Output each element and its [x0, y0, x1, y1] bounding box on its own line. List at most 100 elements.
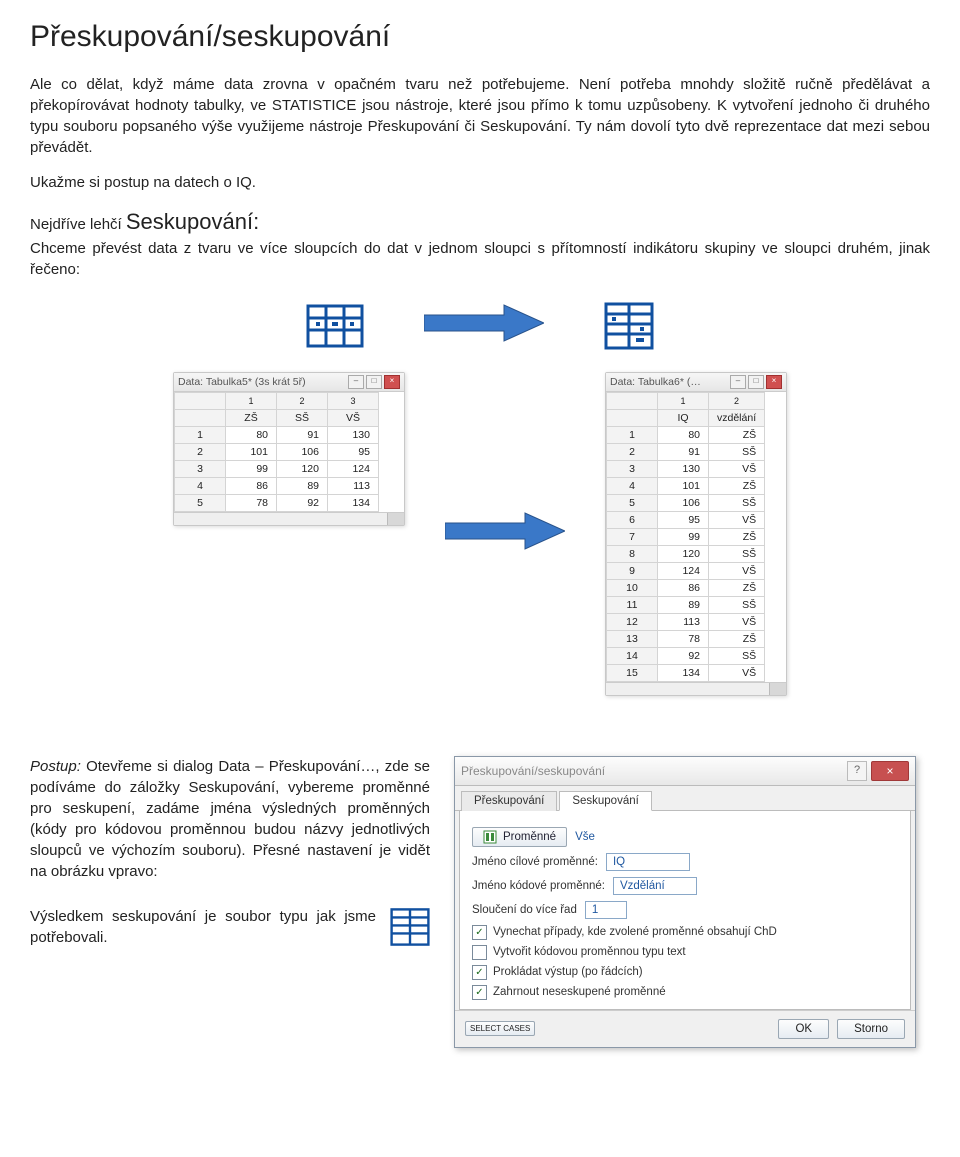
cell: VŠ [709, 562, 765, 579]
cell: 130 [658, 460, 709, 477]
table-row: 15134VŠ [607, 664, 765, 681]
row-number: 12 [607, 613, 658, 630]
scrollbar[interactable] [174, 512, 404, 525]
checkbox-prokladat[interactable]: ✓ [472, 965, 487, 980]
table-a-title: Data: Tabulka5* (3s krát 5ř) [178, 376, 306, 388]
cell: 86 [226, 477, 277, 494]
input-kodove[interactable]: Vzdělání [613, 877, 697, 895]
checkbox-vynechat[interactable]: ✓ [472, 925, 487, 940]
grid-tall-icon [390, 907, 430, 947]
checkbox-vytvorit[interactable] [472, 945, 487, 960]
table-row: 291SŠ [607, 443, 765, 460]
cell: 91 [277, 426, 328, 443]
cell: 124 [328, 460, 379, 477]
seskup-prefix: Nejdříve lehčí [30, 216, 126, 233]
cell: 120 [277, 460, 328, 477]
cell: 113 [328, 477, 379, 494]
minimize-icon[interactable]: – [730, 375, 746, 389]
cell: 124 [658, 562, 709, 579]
table-row: 5106SŠ [607, 494, 765, 511]
table-a: 123ZŠSŠVŠ1809113021011069539912012448689… [174, 392, 379, 512]
promenne-label: Proměnné [503, 831, 556, 843]
checkbox-zahrnout[interactable]: ✓ [472, 985, 487, 1000]
cell: 106 [277, 443, 328, 460]
lbl-slouceni: Sloučení do více řad [472, 904, 577, 916]
col-number: 3 [328, 392, 379, 409]
row-number: 1 [175, 426, 226, 443]
cell: ZŠ [709, 528, 765, 545]
storno-button[interactable]: Storno [837, 1019, 905, 1039]
cell: SŠ [709, 494, 765, 511]
table-b: 12IQvzdělání180ZŠ291SŠ3130VŠ4101ZŠ5106SŠ… [606, 392, 765, 682]
cell: 78 [226, 494, 277, 511]
arrow-icon [445, 511, 565, 556]
col-header: SŠ [277, 409, 328, 426]
dialog-preskupovani: Přeskupování/seskupování ? × Přeskupován… [454, 756, 916, 1048]
seskup-intro: Nejdříve lehčí Seskupování: Chceme převé… [30, 207, 930, 280]
close-icon[interactable]: × [384, 375, 400, 389]
select-cases-button[interactable]: SELECT CASES [465, 1021, 535, 1036]
cell: 120 [658, 545, 709, 562]
row-number: 2 [607, 443, 658, 460]
row-number: 4 [175, 477, 226, 494]
cell: ZŠ [709, 630, 765, 647]
maximize-icon[interactable]: □ [366, 375, 382, 389]
table-row: 8120SŠ [607, 545, 765, 562]
tab-seskupovani[interactable]: Seskupování [559, 791, 652, 811]
cell: 134 [328, 494, 379, 511]
row-number: 10 [607, 579, 658, 596]
lbl-kodove: Jméno kódové proměnné: [472, 880, 605, 892]
lbl-cilove: Jméno cílové proměnné: [472, 856, 598, 868]
schema-row [30, 302, 930, 350]
row-number: 14 [607, 647, 658, 664]
chk1-label: Vynechat případy, kde zvolené proměnné o… [493, 926, 777, 938]
chk4-label: Zahrnout neseskupené proměnné [493, 986, 666, 998]
cell: SŠ [709, 545, 765, 562]
cell: 92 [277, 494, 328, 511]
cell: 99 [658, 528, 709, 545]
table-row: 399120124 [175, 460, 379, 477]
minimize-icon[interactable]: – [348, 375, 364, 389]
grid-wide-icon [306, 304, 364, 348]
cell: 80 [226, 426, 277, 443]
col-header: VŠ [328, 409, 379, 426]
row-number: 5 [175, 494, 226, 511]
input-cilove[interactable]: IQ [606, 853, 690, 871]
row-number: 1 [607, 426, 658, 443]
variables-icon [483, 830, 497, 844]
row-number: 9 [607, 562, 658, 579]
maximize-icon[interactable]: □ [748, 375, 764, 389]
tab-preskupovani[interactable]: Přeskupování [461, 791, 557, 811]
cell: 130 [328, 426, 379, 443]
table-a-window: Data: Tabulka5* (3s krát 5ř) – □ × 123ZŠ… [173, 372, 405, 526]
grid-tall-icon [604, 302, 654, 350]
input-slouceni[interactable]: 1 [585, 901, 627, 919]
row-number: 8 [607, 545, 658, 562]
cell: ZŠ [709, 426, 765, 443]
chk2-label: Vytvořit kódovou proměnnou typu text [493, 946, 686, 958]
close-icon[interactable]: × [766, 375, 782, 389]
cell: SŠ [709, 647, 765, 664]
table-row: 57892134 [175, 494, 379, 511]
cell: 101 [658, 477, 709, 494]
dialog-title: Přeskupování/seskupování [461, 764, 605, 778]
help-icon[interactable]: ? [847, 761, 867, 781]
cell: 78 [658, 630, 709, 647]
promenne-button[interactable]: Proměnné [472, 827, 567, 847]
cell: 89 [277, 477, 328, 494]
demo-line: Ukažme si postup na datech o IQ. [30, 172, 930, 193]
cell: 101 [226, 443, 277, 460]
col-header: IQ [658, 409, 709, 426]
close-icon[interactable]: × [871, 761, 909, 781]
cell: SŠ [709, 596, 765, 613]
table-b-title: Data: Tabulka6* (… [610, 376, 701, 388]
cell: 91 [658, 443, 709, 460]
seskup-heading: Seskupování: [126, 209, 259, 234]
cell: 92 [658, 647, 709, 664]
cell: 95 [658, 511, 709, 528]
cell: 80 [658, 426, 709, 443]
ok-button[interactable]: OK [778, 1019, 829, 1039]
scrollbar[interactable] [606, 682, 786, 695]
postup-prefix: Postup: [30, 758, 81, 775]
cell: 95 [328, 443, 379, 460]
